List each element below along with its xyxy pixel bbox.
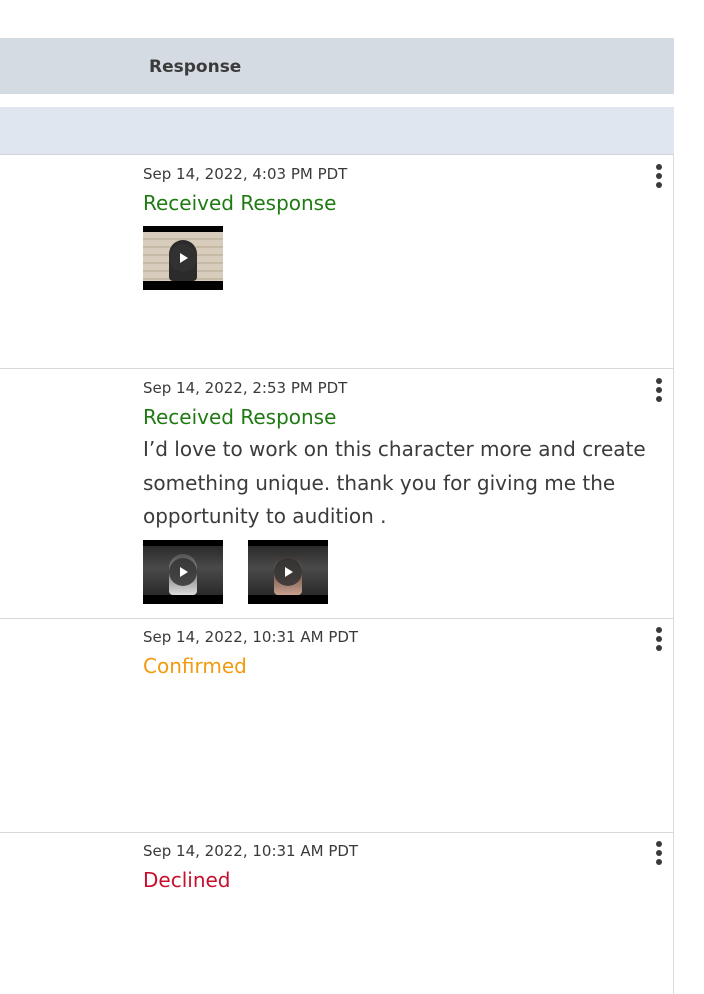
play-icon[interactable] [169, 244, 197, 272]
response-timestamp: Sep 14, 2022, 10:31 AM PDT [143, 628, 359, 646]
response-status: Received Response [143, 405, 337, 429]
response-status: Confirmed [143, 654, 247, 678]
responses-panel: Response Sep 14, 2022, 4:03 PM PDT Recei… [0, 0, 704, 994]
video-thumbnail[interactable] [248, 540, 328, 604]
more-vertical-icon[interactable] [652, 627, 666, 653]
play-icon[interactable] [169, 558, 197, 586]
row-divider [0, 368, 673, 369]
play-icon[interactable] [274, 558, 302, 586]
response-timestamp: Sep 14, 2022, 2:53 PM PDT [143, 379, 348, 397]
response-timestamp: Sep 14, 2022, 4:03 PM PDT [143, 165, 348, 183]
video-thumbnail[interactable] [143, 226, 223, 290]
more-vertical-icon[interactable] [652, 378, 666, 404]
response-message: I’d love to work on this character more … [143, 437, 646, 528]
table-right-border [673, 154, 674, 994]
response-status: Received Response [143, 191, 337, 215]
response-status: Declined [143, 868, 231, 892]
more-vertical-icon[interactable] [652, 841, 666, 867]
row-divider [0, 618, 673, 619]
more-vertical-icon[interactable] [652, 164, 666, 190]
response-timestamp: Sep 14, 2022, 10:31 AM PDT [143, 842, 359, 860]
row-divider [0, 832, 673, 833]
video-thumbnail[interactable] [143, 540, 223, 604]
table-subheader [0, 107, 674, 155]
response-column-header[interactable]: Response [149, 56, 241, 78]
table-header [0, 38, 674, 94]
